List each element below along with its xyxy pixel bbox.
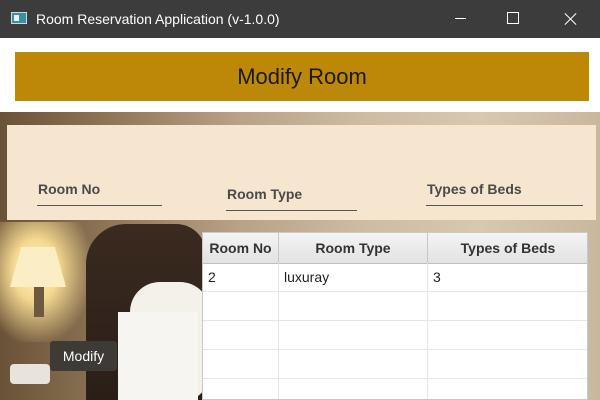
empty-table-row: [203, 350, 587, 379]
cell-room-type: luxuray: [279, 263, 428, 291]
column-header-types-of-beds[interactable]: Types of Beds: [428, 233, 587, 263]
room-no-field[interactable]: [37, 205, 162, 206]
empty-cell: [203, 321, 279, 349]
table-row[interactable]: 2 luxuray 3: [203, 263, 587, 292]
cell-types-of-beds: 3: [428, 263, 587, 291]
minimize-icon: [455, 18, 466, 19]
empty-cell: [279, 292, 428, 320]
empty-cell: [203, 350, 279, 378]
page-title: Modify Room: [237, 63, 367, 89]
empty-cell: [428, 321, 587, 349]
room-type-field[interactable]: [226, 210, 357, 211]
lamp-base: [34, 287, 44, 317]
room-no-label: Room No: [38, 181, 101, 197]
empty-cell: [428, 379, 587, 399]
phone: [10, 364, 50, 384]
room-type-label: Room Type: [227, 186, 303, 202]
apron: [118, 312, 198, 400]
column-header-room-type[interactable]: Room Type: [279, 233, 428, 263]
empty-cell: [428, 350, 587, 378]
empty-cell: [279, 379, 428, 399]
types-of-beds-label: Types of Beds: [427, 181, 522, 197]
rooms-table[interactable]: Room No Room Type Types of Beds 2 luxura…: [202, 232, 588, 400]
maximize-icon: [507, 12, 519, 24]
empty-table-row: [203, 321, 587, 350]
empty-cell: [428, 292, 587, 320]
close-icon: [563, 11, 579, 27]
empty-table-row: [203, 379, 587, 399]
header-banner: Modify Room: [15, 52, 589, 101]
empty-cell: [203, 292, 279, 320]
empty-cell: [279, 350, 428, 378]
minimize-button[interactable]: [438, 0, 484, 38]
close-button[interactable]: [548, 0, 594, 38]
column-header-room-no[interactable]: Room No: [203, 233, 279, 263]
empty-cell: [279, 321, 428, 349]
empty-cell: [203, 379, 279, 399]
window-title: Room Reservation Application (v-1.0.0): [36, 11, 280, 27]
empty-table-row: [203, 292, 587, 321]
room-form-panel: Room No Room Type Types of Beds: [7, 125, 596, 220]
app-icon: [11, 12, 27, 24]
types-of-beds-field[interactable]: [426, 205, 583, 206]
maximize-button[interactable]: [490, 0, 536, 38]
cell-room-no: 2: [203, 263, 279, 291]
modify-button[interactable]: Modify: [50, 341, 117, 371]
app-window: Room Reservation Application (v-1.0.0) M…: [0, 0, 600, 400]
title-bar[interactable]: Room Reservation Application (v-1.0.0): [0, 0, 600, 38]
table-header: Room No Room Type Types of Beds: [203, 233, 587, 264]
